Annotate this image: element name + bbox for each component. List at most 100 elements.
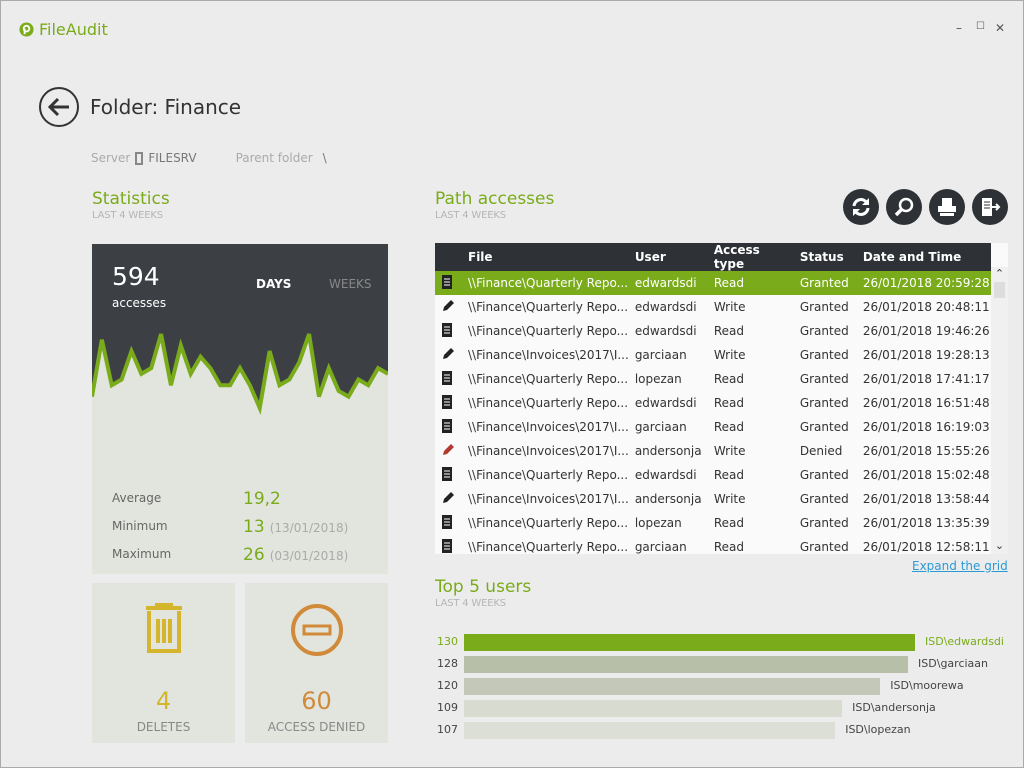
cell-file: \\Finance\Quarterly Repo...: [462, 367, 629, 391]
bar-label[interactable]: ISD\lopezan: [845, 723, 910, 736]
pencil-icon: [435, 439, 462, 463]
bar-value: 120: [437, 679, 458, 692]
cell-access-type: Write: [707, 343, 794, 367]
bar-value: 107: [437, 723, 458, 736]
document-icon: [435, 271, 462, 295]
table-row[interactable]: \\Finance\Quarterly Repo... edwardsdi Read…: [435, 391, 991, 415]
col-access-type[interactable]: Access type: [707, 243, 794, 271]
scrollbar[interactable]: ⌃ ⌄: [991, 267, 1008, 554]
table-row[interactable]: \\Finance\Invoices\2017\I... andersonja Wr…: [435, 487, 991, 511]
table-row[interactable]: \\Finance\Quarterly Repo... edwardsdi Read…: [435, 271, 991, 295]
bar-label[interactable]: ISD\moorewa: [890, 679, 963, 692]
cell-file: \\Finance\Invoices\2017\I...: [462, 415, 629, 439]
parent-folder-label: Parent folder: [235, 151, 313, 165]
col-user[interactable]: User: [628, 243, 708, 271]
cell-user: andersonja: [628, 439, 708, 463]
export-icon: [982, 198, 1001, 216]
refresh-button[interactable]: [843, 189, 879, 225]
tab-days[interactable]: DAYS: [256, 277, 291, 291]
table-row[interactable]: \\Finance\Quarterly Repo... edwardsdi Read…: [435, 319, 991, 343]
cell-file: \\Finance\Quarterly Repo...: [462, 295, 629, 319]
document-icon: [435, 391, 462, 415]
print-button[interactable]: [929, 189, 965, 225]
cell-file: \\Finance\Quarterly Repo...: [462, 535, 629, 554]
cell-date: 26/01/2018 20:48:11: [856, 295, 991, 319]
scroll-down-icon[interactable]: ⌄: [991, 539, 1008, 552]
parent-folder-value[interactable]: \: [323, 151, 327, 165]
col-date[interactable]: Date and Time: [856, 243, 991, 271]
logo-icon: [19, 22, 34, 37]
user-bar[interactable]: [464, 634, 915, 651]
bar-label[interactable]: ISD\garciaan: [918, 657, 988, 670]
user-bar[interactable]: [464, 722, 836, 739]
bar-value: 128: [437, 657, 458, 670]
print-icon: [938, 198, 956, 216]
minimum-date: (13/01/2018): [269, 521, 349, 535]
user-bar[interactable]: [464, 656, 909, 673]
cell-user: garciaan: [628, 535, 708, 554]
scroll-thumb[interactable]: [994, 282, 1005, 298]
minimize-button[interactable]: –: [956, 21, 962, 35]
expand-grid-link[interactable]: Expand the grid: [912, 559, 1008, 573]
arrow-left-icon: [47, 97, 69, 117]
cell-status: Granted: [793, 535, 857, 554]
cell-user: edwardsdi: [628, 319, 708, 343]
cell-date: 26/01/2018 13:35:39: [856, 511, 991, 535]
table-row[interactable]: \\Finance\Invoices\2017\I... garciaan Writ…: [435, 343, 991, 367]
table-row[interactable]: \\Finance\Quarterly Repo... edwardsdi Writ…: [435, 295, 991, 319]
cell-access-type: Write: [707, 439, 794, 463]
cell-user: garciaan: [628, 343, 708, 367]
table-row[interactable]: \\Finance\Quarterly Repo... lopezan Read Gr…: [435, 511, 991, 535]
deletes-card[interactable]: 4 DELETES: [92, 583, 235, 743]
average-value: 19,2: [243, 489, 281, 509]
close-button[interactable]: ✕: [995, 21, 1005, 35]
cell-status: Granted: [793, 367, 857, 391]
cell-user: lopezan: [628, 511, 708, 535]
document-icon: [435, 535, 462, 554]
maximize-button[interactable]: ☐: [976, 21, 985, 32]
table-row[interactable]: \\Finance\Quarterly Repo... garciaan Read G…: [435, 535, 991, 554]
cell-access-type: Read: [707, 463, 794, 487]
denied-icon: [291, 604, 343, 656]
cell-access-type: Write: [707, 295, 794, 319]
cell-date: 26/01/2018 20:59:28: [856, 271, 991, 295]
pencil-icon: [435, 295, 462, 319]
cell-access-type: Read: [707, 511, 794, 535]
col-status[interactable]: Status: [793, 243, 857, 271]
minimum-value: 13: [243, 517, 265, 537]
denied-label: ACCESS DENIED: [267, 720, 366, 734]
cell-user: edwardsdi: [628, 271, 708, 295]
cell-access-type: Write: [707, 487, 794, 511]
table-row[interactable]: \\Finance\Invoices\2017\I... andersonja Wr…: [435, 439, 991, 463]
table-row[interactable]: \\Finance\Quarterly Repo... edwardsdi Read…: [435, 463, 991, 487]
table-row[interactable]: \\Finance\Quarterly Repo... lopezan Read Gr…: [435, 367, 991, 391]
user-bar[interactable]: [464, 678, 881, 695]
cell-user: garciaan: [628, 415, 708, 439]
back-button[interactable]: [39, 87, 79, 127]
cell-date: 26/01/2018 12:58:11: [856, 535, 991, 554]
cell-user: andersonja: [628, 487, 708, 511]
bar-label[interactable]: ISD\andersonja: [852, 701, 936, 714]
bar-label[interactable]: ISD\edwardsdi: [925, 635, 1004, 648]
cell-date: 26/01/2018 19:28:13: [856, 343, 991, 367]
scroll-up-icon[interactable]: ⌃: [991, 267, 1008, 280]
col-icon: [435, 243, 462, 271]
cell-date: 26/01/2018 13:58:44: [856, 487, 991, 511]
minimum-label: Minimum: [112, 519, 168, 533]
export-button[interactable]: [972, 189, 1008, 225]
col-file[interactable]: File: [462, 243, 629, 271]
search-button[interactable]: [886, 189, 922, 225]
document-icon: [435, 511, 462, 535]
tab-weeks[interactable]: WEEKS: [329, 277, 372, 291]
table-row[interactable]: \\Finance\Invoices\2017\I... garciaan Read…: [435, 415, 991, 439]
cell-status: Granted: [793, 271, 857, 295]
cell-status: Granted: [793, 391, 857, 415]
access-denied-card[interactable]: 60 ACCESS DENIED: [245, 583, 388, 743]
cell-date: 26/01/2018 15:55:26: [856, 439, 991, 463]
user-bar[interactable]: [464, 700, 843, 717]
cell-user: edwardsdi: [628, 295, 708, 319]
cell-access-type: Read: [707, 415, 794, 439]
trash-icon: [146, 603, 182, 653]
document-icon: [435, 463, 462, 487]
maximum-date: (03/01/2018): [269, 549, 349, 563]
